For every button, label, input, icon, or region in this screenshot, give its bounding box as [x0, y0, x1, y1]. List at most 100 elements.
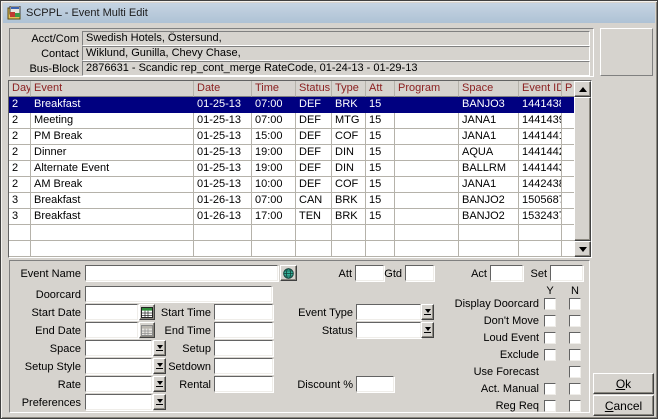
- set-label: Set: [513, 267, 547, 281]
- end-time-input[interactable]: [214, 322, 273, 338]
- table-cell: [9, 225, 31, 241]
- table-row[interactable]: 3Breakfast01-26-1317:00TENBRK15BANJO2153…: [9, 209, 574, 225]
- table-cell: 15:00: [252, 129, 296, 145]
- gtd-input[interactable]: [405, 265, 434, 281]
- rate-input[interactable]: [85, 376, 152, 392]
- ok-button[interactable]: Ok: [593, 373, 654, 394]
- table-row[interactable]: 2Dinner01-25-1319:00DEFDIN15AQUA1441442: [9, 145, 574, 161]
- table-cell: 15: [366, 209, 395, 225]
- cancel-button[interactable]: Cancel: [593, 395, 654, 416]
- table-row[interactable]: [9, 225, 574, 241]
- column-header-program[interactable]: Program: [395, 81, 459, 97]
- setup-style-input[interactable]: [85, 358, 152, 374]
- column-header-status[interactable]: Status: [296, 81, 332, 97]
- table-cell: 3: [9, 209, 31, 225]
- scroll-down-button[interactable]: [574, 241, 591, 257]
- table-cell: JANA1: [459, 129, 519, 145]
- table-cell: BRK: [332, 193, 366, 209]
- table-cell: [562, 193, 574, 209]
- table-cell: [562, 129, 574, 145]
- setup-input[interactable]: [214, 340, 273, 356]
- table-row[interactable]: 2PM Break01-25-1315:00DEFCOF15JANA114414…: [9, 129, 574, 145]
- event-name-lookup-button[interactable]: [280, 265, 297, 281]
- table-row[interactable]: 2Breakfast01-25-1307:00DEFBRK15BANJO3144…: [9, 97, 574, 113]
- table-row[interactable]: 2AM Break01-25-1310:00DEFCOF15JANA114424…: [9, 177, 574, 193]
- preferences-label: Preferences: [9, 396, 81, 410]
- table-cell: [252, 241, 296, 257]
- scroll-down-icon: [579, 247, 587, 252]
- no-column-header: N: [569, 285, 581, 297]
- act-manual-no-checkbox[interactable]: [569, 383, 581, 395]
- table-cell: DEF: [296, 145, 332, 161]
- table-row[interactable]: 2Meeting01-25-1307:00DEFMTG15JANA1144143…: [9, 113, 574, 129]
- reg-req-no-checkbox[interactable]: [569, 400, 581, 412]
- end-date-input[interactable]: [85, 322, 138, 338]
- table-cell: CAN: [296, 193, 332, 209]
- column-header-type[interactable]: Type: [332, 81, 366, 97]
- vertical-scrollbar[interactable]: [574, 81, 591, 257]
- table-cell: Breakfast: [31, 97, 194, 113]
- exclude-yes-checkbox[interactable]: [544, 349, 556, 361]
- events-grid: DayEventDateTimeStatusTypeAttProgramSpac…: [9, 81, 574, 257]
- table-cell: [519, 241, 562, 257]
- table-cell: 19:00: [252, 161, 296, 177]
- table-row[interactable]: 2Alternate Event01-25-1319:00DEFDIN15BAL…: [9, 161, 574, 177]
- title-bar[interactable]: SCPPL - Event Multi Edit: [3, 3, 655, 23]
- table-cell: 01-25-13: [194, 145, 252, 161]
- start-time-label: Start Time: [147, 306, 211, 320]
- preferences-dropdown-button[interactable]: [153, 394, 166, 410]
- column-header-att[interactable]: Att: [366, 81, 395, 97]
- table-cell: 15: [366, 97, 395, 113]
- scroll-up-button[interactable]: [574, 81, 591, 97]
- table-cell: [31, 225, 194, 241]
- setup-label: Setup: [147, 342, 211, 356]
- table-cell: DIN: [332, 145, 366, 161]
- setup-style-label: Setup Style: [9, 360, 81, 374]
- use-forecast-no-checkbox[interactable]: [569, 366, 581, 378]
- start-date-input[interactable]: [85, 304, 138, 320]
- display-doorcard-yes-checkbox[interactable]: [544, 298, 556, 310]
- scrollbar-thumb[interactable]: [574, 97, 591, 241]
- table-cell: 2: [9, 145, 31, 161]
- setdown-input[interactable]: [214, 358, 273, 374]
- preferences-input[interactable]: [85, 394, 152, 410]
- table-row[interactable]: [9, 241, 574, 257]
- discount-input[interactable]: [356, 376, 394, 392]
- table-cell: [395, 129, 459, 145]
- column-header-day[interactable]: Day: [9, 81, 31, 97]
- event-name-input[interactable]: [85, 265, 278, 281]
- bus-block-label: Bus-Block: [11, 62, 79, 76]
- table-cell: [252, 225, 296, 241]
- loud-event-no-checkbox[interactable]: [569, 332, 581, 344]
- table-cell: 2: [9, 113, 31, 129]
- space-input[interactable]: [85, 340, 152, 356]
- display-doorcard-no-checkbox[interactable]: [569, 298, 581, 310]
- column-header-event-id[interactable]: Event ID: [519, 81, 562, 97]
- table-cell: [562, 225, 574, 241]
- event-name-label: Event Name: [9, 267, 81, 281]
- act-manual-yes-checkbox[interactable]: [544, 383, 556, 395]
- table-cell: COF: [332, 129, 366, 145]
- column-header-event[interactable]: Event: [31, 81, 194, 97]
- column-header-time[interactable]: Time: [252, 81, 296, 97]
- set-input[interactable]: [550, 265, 583, 281]
- events-table-header-row: DayEventDateTimeStatusTypeAttProgramSpac…: [9, 81, 574, 97]
- don-t-move-yes-checkbox[interactable]: [544, 315, 556, 327]
- don-t-move-no-checkbox[interactable]: [569, 315, 581, 327]
- column-header-date[interactable]: Date: [194, 81, 252, 97]
- table-cell: 10:00: [252, 177, 296, 193]
- yes-column-header: Y: [544, 285, 556, 297]
- start-time-input[interactable]: [214, 304, 273, 320]
- exclude-no-checkbox[interactable]: [569, 349, 581, 361]
- column-header-p[interactable]: P: [562, 81, 574, 97]
- column-header-space[interactable]: Space: [459, 81, 519, 97]
- table-cell: [395, 241, 459, 257]
- table-row[interactable]: 3Breakfast01-26-1307:00CANBRK15BANJO2150…: [9, 193, 574, 209]
- doorcard-input[interactable]: [85, 286, 272, 302]
- rental-input[interactable]: [214, 376, 273, 392]
- loud-event-yes-checkbox[interactable]: [544, 332, 556, 344]
- table-cell: BANJO3: [459, 97, 519, 113]
- contact-value: Wiklund, Gunilla, Chevy Chase,: [82, 46, 590, 61]
- table-cell: [395, 177, 459, 193]
- reg-req-yes-checkbox[interactable]: [544, 400, 556, 412]
